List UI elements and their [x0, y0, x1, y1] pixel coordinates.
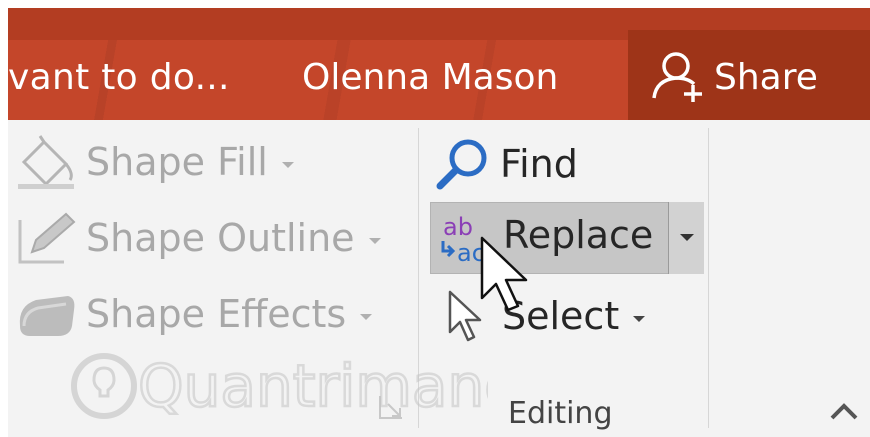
user-name[interactable]: Olenna Mason — [302, 57, 558, 98]
shape-fill-button[interactable]: Shape Fill — [14, 130, 294, 194]
tell-me-box[interactable]: vant to do... — [8, 57, 230, 98]
group-separator — [708, 128, 709, 428]
title-bar: vant to do... Olenna Mason Share — [8, 8, 870, 120]
watermark-text: Quantrimang — [138, 352, 488, 420]
svg-text:ab: ab — [443, 213, 473, 241]
replace-button[interactable]: ab ac Replace — [430, 202, 704, 274]
select-button[interactable]: Select — [440, 284, 646, 348]
mouse-pointer-icon — [480, 236, 528, 312]
magnifier-icon — [436, 139, 487, 190]
shape-effects-button[interactable]: Shape Effects — [14, 282, 373, 346]
shape-effects-dropdown-icon — [360, 314, 373, 320]
shape-fill-dropdown-icon — [281, 162, 294, 168]
shape-outline-label: Shape Outline — [86, 216, 355, 260]
replace-dropdown-button[interactable] — [668, 202, 704, 274]
pencil-icon — [18, 212, 76, 264]
share-button[interactable]: Share — [628, 30, 870, 120]
find-label: Find — [500, 142, 578, 186]
select-dropdown-icon — [633, 316, 646, 322]
person-plus-icon — [652, 52, 702, 102]
eraser-icon — [19, 296, 75, 336]
chevron-down-icon — [680, 234, 694, 241]
shape-outline-button[interactable]: Shape Outline — [14, 206, 381, 270]
ribbon: Shape Fill Shape Outline Shape Effects F… — [8, 120, 870, 437]
watermark-logo: Quantrimang — [71, 351, 488, 421]
shape-fill-label: Shape Fill — [86, 140, 268, 184]
find-button[interactable]: Find — [434, 132, 578, 196]
share-label: Share — [714, 57, 818, 98]
shape-outline-dropdown-icon — [368, 238, 381, 244]
shape-effects-label: Shape Effects — [86, 292, 347, 336]
editing-group-label: Editing — [508, 396, 613, 431]
paint-bucket-icon — [18, 135, 74, 189]
chevron-up-icon[interactable] — [826, 396, 862, 424]
